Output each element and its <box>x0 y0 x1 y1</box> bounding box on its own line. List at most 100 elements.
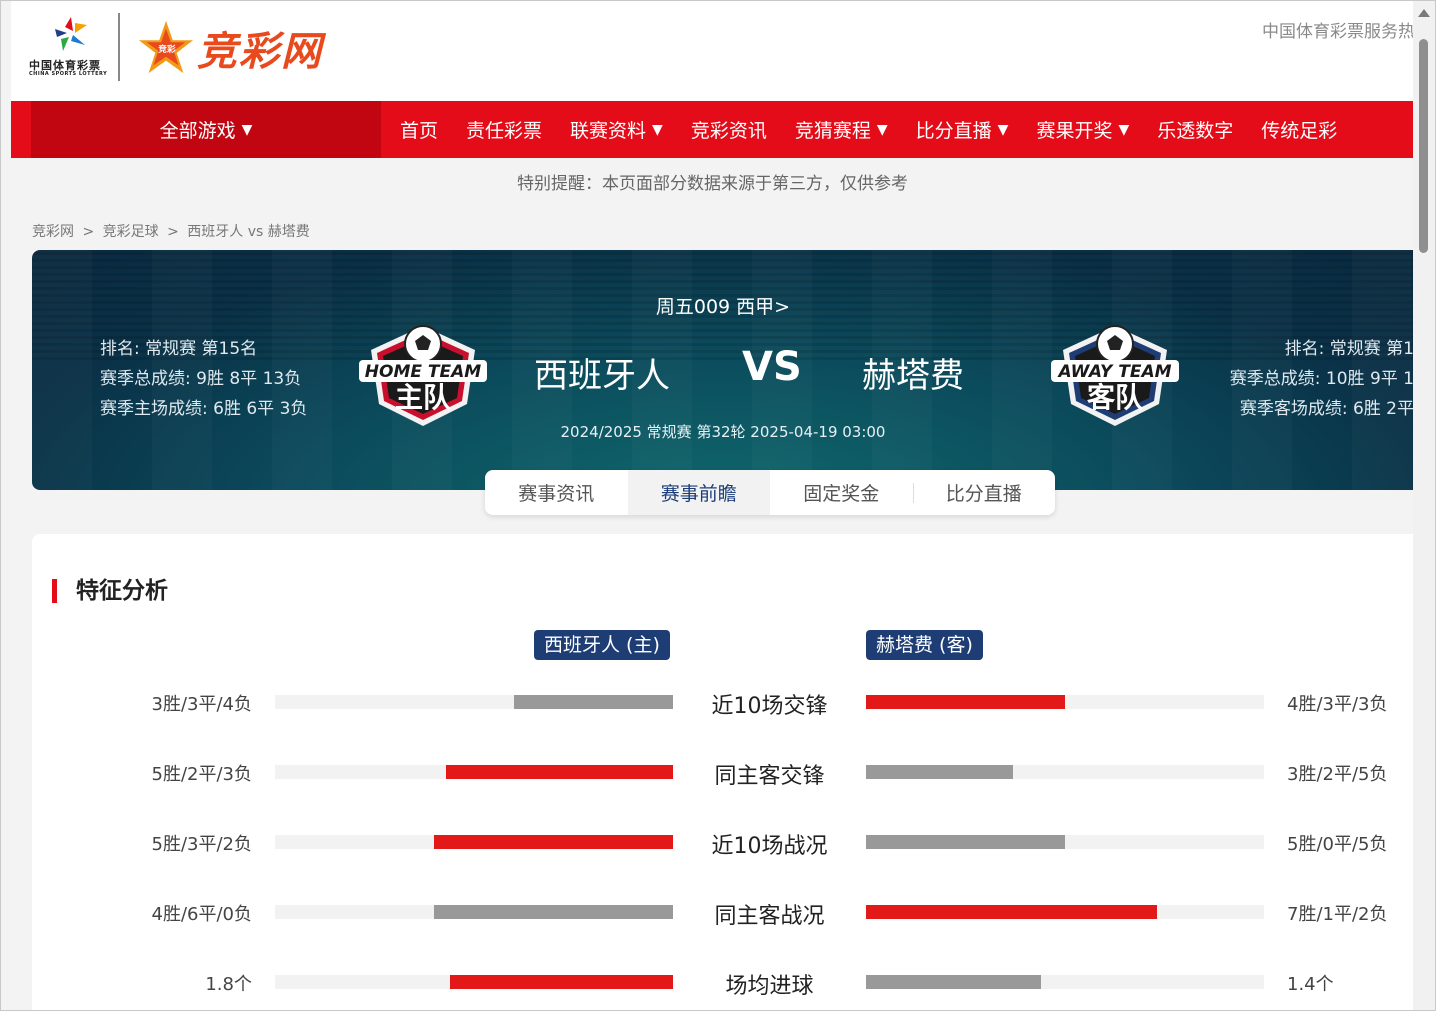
tab-match-news[interactable]: 赛事资讯 <box>485 470 628 515</box>
home-bar-fill <box>446 765 673 779</box>
nav-item-schedule[interactable]: 竞猜赛程 ▼ <box>795 116 888 143</box>
away-value: 5胜/0平/5负 <box>1287 834 1388 855</box>
home-home-record: 赛季主场成绩: 6胜 6平 3负 <box>100 399 308 419</box>
nav-item-traditional-football[interactable]: 传统足彩 <box>1261 116 1337 143</box>
away-bar-track <box>866 975 1264 989</box>
away-bar-fill <box>866 765 1014 779</box>
breadcrumb-football-link[interactable]: 竞彩足球 <box>103 224 159 240</box>
nav-item-live-score[interactable]: 比分直播 ▼ <box>916 116 1009 143</box>
caret-down-icon: ▼ <box>876 121 888 138</box>
away-badge-main-text: 客队 <box>1087 381 1144 414</box>
notice-text: 特别提醒：本页面部分数据来源于第三方，仅供参考 <box>517 174 908 194</box>
breadcrumb: 竞彩网 > 竞彩足球 > 西班牙人 vs 赫塔费 <box>32 221 314 241</box>
home-bar-fill <box>434 835 673 849</box>
service-hotline-text: 中国体育彩票服务热线 <box>1262 22 1414 42</box>
caret-down-icon: ▼ <box>241 121 253 138</box>
site-header: 中国体育彩票 CHINA SPORTS LOTTERY 竞彩 竞彩网 中国体育彩… <box>11 1 1414 101</box>
home-value: 3胜/3平/4负 <box>151 694 253 715</box>
away-rank: 排名: 常规赛 第1 <box>1284 339 1414 359</box>
scroll-up-arrow-icon[interactable] <box>1418 9 1430 17</box>
vs-label: VS <box>742 344 802 390</box>
home-bar-track <box>275 835 673 849</box>
caret-down-icon: ▼ <box>1118 121 1130 138</box>
away-bar-track <box>866 765 1264 779</box>
all-games-menu[interactable]: 全部游戏 ▼ <box>31 101 381 158</box>
nav-item-league-data[interactable]: 联赛资料 ▼ <box>570 116 663 143</box>
tab-match-preview[interactable]: 赛事前瞻 <box>627 470 770 515</box>
site-logo-text: 竞彩网 <box>197 29 323 75</box>
jingcai-logo[interactable]: 竞彩 竞彩网 <box>129 17 369 77</box>
nav-item-responsible-lottery[interactable]: 责任彩票 <box>466 116 542 143</box>
home-value: 5胜/2平/3负 <box>151 764 253 785</box>
home-team-name[interactable]: 西班牙人 <box>534 348 670 397</box>
analysis-panel: 特征分析 西班牙人 (主) 赫塔费 (客) 3胜/3平/4负 近10场交锋 4胜… <box>32 534 1414 1010</box>
row-label: 同主客交锋 <box>714 764 825 789</box>
away-bar-fill <box>866 695 1065 709</box>
home-badge-main-text: 主队 <box>395 381 452 414</box>
home-bar-fill <box>450 975 673 989</box>
home-season-record: 赛季总成绩: 9胜 8平 13负 <box>100 369 302 389</box>
away-value: 1.4个 <box>1287 974 1334 995</box>
home-value: 1.8个 <box>205 974 252 995</box>
away-bar-fill <box>866 835 1065 849</box>
breadcrumb-separator: > <box>82 224 95 240</box>
nav-items: 首页 责任彩票 联赛资料 ▼ 竞彩资讯 竞猜赛程 ▼ 比分直播 ▼ 赛果开奖 ▼ 乐透数… <box>386 101 1351 158</box>
nav-item-home[interactable]: 首页 <box>400 116 438 143</box>
away-team-name[interactable]: 赫塔费 <box>862 348 964 397</box>
away-value: 7胜/1平/2负 <box>1287 904 1388 925</box>
logo-divider <box>118 13 120 81</box>
analysis-row: 1.8个 场均进球 1.4个 <box>32 962 1414 1002</box>
svg-text:竞彩: 竞彩 <box>157 43 176 55</box>
home-bar-fill <box>434 905 673 919</box>
home-value: 4胜/6平/0负 <box>151 904 253 925</box>
scrollbar-thumb[interactable] <box>1419 39 1428 253</box>
tab-live-score[interactable]: 比分直播 <box>912 470 1056 515</box>
lottery-logo-en: CHINA SPORTS LOTTERY <box>29 71 108 77</box>
china-sports-lottery-logo[interactable]: 中国体育彩票 CHINA SPORTS LOTTERY <box>29 15 111 81</box>
all-games-label: 全部游戏 <box>159 120 236 142</box>
away-team-stats: 排名: 常规赛 第1 赛季总成绩: 10胜 9平 1 赛季客场成绩: 6胜 2平 <box>1230 334 1414 424</box>
home-bar-fill <box>513 695 673 709</box>
row-label: 场均进球 <box>725 974 814 999</box>
browser-page: 中国体育彩票 CHINA SPORTS LOTTERY 竞彩 竞彩网 中国体育彩… <box>0 0 1436 1011</box>
nav-item-results[interactable]: 赛果开奖 ▼ <box>1036 116 1129 143</box>
away-bar-track <box>866 905 1264 919</box>
away-badge-top-text: AWAY TEAM <box>1056 362 1171 382</box>
row-label: 近10场战况 <box>711 834 828 859</box>
away-bar-fill <box>866 905 1157 919</box>
away-away-record: 赛季客场成绩: 6胜 2平 <box>1239 399 1414 419</box>
home-team-tag: 西班牙人 (主) <box>534 630 670 660</box>
away-team-tag: 赫塔费 (客) <box>866 630 983 660</box>
breadcrumb-current: 西班牙人 vs 赫塔费 <box>187 224 310 240</box>
home-badge-top-text: HOME TEAM <box>365 362 481 382</box>
caret-down-icon: ▼ <box>997 121 1009 138</box>
vertical-scrollbar[interactable] <box>1413 1 1435 1010</box>
home-team-badge-icon: HOME TEAM 主队 <box>359 325 487 426</box>
away-value: 3胜/2平/5负 <box>1287 764 1388 785</box>
away-season-record: 赛季总成绩: 10胜 9平 1 <box>1229 369 1414 389</box>
home-value: 5胜/3平/2负 <box>151 834 253 855</box>
away-bar-track <box>866 695 1264 709</box>
match-meta: 2024/2025 常规赛 第32轮 2025-04-19 03:00 <box>560 423 886 441</box>
nav-item-news[interactable]: 竞彩资讯 <box>691 116 767 143</box>
section-title: 特征分析 <box>52 579 168 603</box>
analysis-row: 4胜/6平/0负 同主客战况 7胜/1平/2负 <box>32 892 1414 932</box>
home-bar-track <box>275 975 673 989</box>
match-round-link[interactable]: 周五009 西甲> <box>32 292 1414 319</box>
analysis-row: 5胜/3平/2负 近10场战况 5胜/0平/5负 <box>32 822 1414 862</box>
match-banner: 周五009 西甲> 排名: 常规赛 第15名 赛季总成绩: 9胜 8平 13负 … <box>32 250 1414 490</box>
tab-fixed-odds[interactable]: 固定奖金 <box>770 470 913 515</box>
analysis-row: 5胜/2平/3负 同主客交锋 3胜/2平/5负 <box>32 752 1414 792</box>
lottery-star-icon <box>55 17 87 51</box>
home-bar-track <box>275 765 673 779</box>
caret-down-icon: ▼ <box>652 121 663 138</box>
jingcai-star-icon: 竞彩 <box>138 20 194 74</box>
nav-item-lotto-numbers[interactable]: 乐透数字 <box>1157 116 1233 143</box>
home-bar-track <box>275 695 673 709</box>
breadcrumb-separator: > <box>167 224 179 240</box>
row-label: 近10场交锋 <box>711 694 828 719</box>
main-nav: 全部游戏 ▼ 首页 责任彩票 联赛资料 ▼ 竞彩资讯 竞猜赛程 ▼ 比分直播 ▼ 赛果… <box>11 101 1414 158</box>
home-rank: 排名: 常规赛 第15名 <box>100 339 258 359</box>
breadcrumb-home-link[interactable]: 竞彩网 <box>32 224 74 240</box>
home-team-stats: 排名: 常规赛 第15名 赛季总成绩: 9胜 8平 13负 赛季主场成绩: 6胜… <box>100 334 307 424</box>
